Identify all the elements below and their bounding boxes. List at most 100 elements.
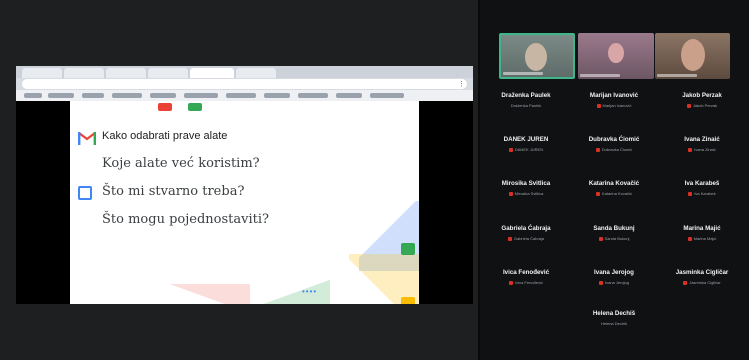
participant-tile[interactable]: Jakob Perzak Jakob Perzak — [659, 92, 745, 108]
browser-menu-icon[interactable]: ⋮ — [458, 80, 465, 88]
participant-caption: Katarina Kovačić — [571, 191, 657, 196]
slide-bullet: Što mi stvarno treba? — [102, 184, 245, 199]
browser-tab-active[interactable] — [190, 68, 234, 78]
bookmark-item[interactable] — [226, 93, 256, 98]
mic-muted-icon — [508, 191, 513, 196]
participant-name: Iva Karabeš — [684, 180, 720, 187]
participant-tile[interactable]: Mirosika Svitlica Mirosika Svitlica — [483, 180, 569, 196]
participant-caption-text: Marina Majić — [693, 236, 717, 241]
participant-name: Katarina Kovačić — [588, 180, 640, 187]
participant-tile[interactable]: Marijan Ivanović Marijan Ivanović — [571, 92, 657, 108]
presentation-slide: •••• Kako odabrati prave alate Koje alat… — [70, 101, 419, 304]
mic-muted-icon — [509, 280, 514, 285]
slide-bullet: Koje alate već koristim? — [102, 156, 260, 171]
participant-caption-text: Iva Karabeš — [694, 191, 716, 196]
participant-tile[interactable]: Jasminka Cigličar Jasminka Cigličar — [659, 269, 745, 285]
bookmarks-bar — [16, 90, 473, 101]
participant-caption-text: Ivica Fenođević — [515, 280, 543, 285]
participant-tile[interactable]: Marina Majić Marina Majić — [659, 225, 745, 241]
slide-decoration — [170, 284, 250, 304]
participant-name: Marina Majić — [683, 225, 721, 232]
participant-caption: Jakob Perzak — [659, 103, 745, 108]
participant-name: Ivana Jerojog — [594, 269, 634, 276]
participant-caption-text: Mirosika Svitlica — [514, 191, 544, 196]
bookmark-item[interactable] — [82, 93, 104, 98]
participant-name: Marijan Ivanović — [589, 92, 639, 99]
browser-tab[interactable] — [64, 68, 104, 78]
participant-name: Gabriela Ćabraja — [501, 225, 551, 232]
browser-tabstrip — [16, 66, 473, 78]
mic-muted-icon — [596, 103, 601, 108]
browser-tab[interactable] — [148, 68, 188, 78]
participant-tile[interactable]: Ivana Jerojog Ivana Jerojog — [571, 269, 657, 285]
slide-bullet: Što mogu pojednostaviti? — [102, 212, 269, 227]
browser-tab[interactable] — [236, 68, 276, 78]
participant-tile[interactable]: Helena Dechiš Helena Dechiš — [571, 310, 657, 326]
bookmark-item[interactable] — [370, 93, 404, 98]
participant-name: Ivica Fenođević — [502, 269, 550, 276]
bookmark-item[interactable] — [112, 93, 142, 98]
participant-tile[interactable]: Draženka Paulek Draženka Paulek — [483, 92, 569, 108]
participant-tile[interactable]: Gabriela Ćabraja Gabriela Ćabraja — [483, 225, 569, 241]
participant-video — [525, 43, 547, 71]
participant-caption: Marijan Ivanović — [571, 103, 657, 108]
tile-name-bar — [580, 74, 620, 77]
bookmark-item[interactable] — [150, 93, 176, 98]
participant-video — [681, 39, 705, 71]
mic-muted-icon — [688, 191, 693, 196]
participant-caption: Sanda Bukunj — [571, 236, 657, 241]
shared-screen: ⋮ •••• Kako odabrati prave alate Koje al… — [16, 66, 473, 304]
participant-name: Draženka Paulek — [501, 92, 551, 99]
address-bar[interactable] — [22, 79, 467, 89]
participant-name: Dubravka Ćiomić — [588, 136, 640, 143]
participant-name: Jasminka Cigličar — [675, 269, 729, 276]
participant-name: Jakob Perzak — [682, 92, 722, 99]
participants-panel: Draženka Paulek Draženka Paulek Marijan … — [480, 0, 749, 360]
bookmark-item[interactable] — [298, 93, 328, 98]
video-thumbnails — [499, 33, 730, 79]
participant-caption: Helena Dechiš — [600, 321, 627, 326]
mic-muted-icon — [686, 103, 691, 108]
browser-tab[interactable] — [22, 68, 62, 78]
tile-name-bar — [657, 74, 697, 77]
participant-name: Sanda Bukunj — [593, 225, 635, 232]
participant-caption: Mirosika Svitlica — [483, 191, 569, 196]
browser-tab[interactable] — [106, 68, 146, 78]
participant-caption-text: Dubravka Ćiomić — [601, 147, 633, 152]
bookmark-item[interactable] — [48, 93, 74, 98]
video-tile[interactable] — [655, 33, 730, 79]
participant-caption: Draženka Paulek — [510, 103, 542, 108]
participant-tile[interactable]: Sanda Bukunj Sanda Bukunj — [571, 225, 657, 241]
calendar-icon — [78, 186, 92, 200]
slide-decoration — [188, 103, 202, 111]
participant-caption-text: Ivana Jerojog — [604, 280, 629, 285]
meet-icon — [401, 243, 415, 255]
participant-caption-text: Jakob Perzak — [692, 103, 718, 108]
participant-caption: Jasminka Cigličar — [659, 280, 745, 285]
mic-muted-icon — [595, 147, 600, 152]
participant-caption: Iva Karabeš — [659, 191, 745, 196]
participant-tile[interactable]: Ivana Zinaić Ivana Zinaić — [659, 136, 745, 152]
participant-tile[interactable]: Ivica Fenođević Ivica Fenođević — [483, 269, 569, 285]
bookmark-item[interactable] — [184, 93, 218, 98]
participant-name: Ivana Zinaić — [684, 136, 720, 143]
participant-caption: Ivica Fenođević — [483, 280, 569, 285]
video-tile[interactable] — [578, 33, 654, 79]
meet-icon — [401, 297, 415, 304]
bookmark-item[interactable] — [264, 93, 290, 98]
bookmark-item[interactable] — [24, 93, 42, 98]
mic-muted-icon — [687, 236, 692, 241]
participant-tile[interactable]: Iva Karabeš Iva Karabeš — [659, 180, 745, 196]
participant-name: Mirosika Svitlica — [501, 180, 551, 187]
mic-muted-icon — [598, 236, 603, 241]
video-tile-speaking[interactable] — [499, 33, 575, 79]
participant-caption: Marina Majić — [659, 236, 745, 241]
mic-muted-icon — [507, 236, 512, 241]
bookmark-item[interactable] — [336, 93, 362, 98]
mic-muted-icon — [508, 147, 513, 152]
participant-caption: Ivana Zinaić — [659, 147, 745, 152]
participant-tile[interactable]: DANEK JUREN DANEK JUREN — [483, 136, 569, 152]
participant-caption-text: DANEK JUREN — [514, 147, 544, 152]
participant-tile[interactable]: Dubravka Ćiomić Dubravka Ćiomić — [571, 136, 657, 152]
participant-tile[interactable]: Katarina Kovačić Katarina Kovačić — [571, 180, 657, 196]
